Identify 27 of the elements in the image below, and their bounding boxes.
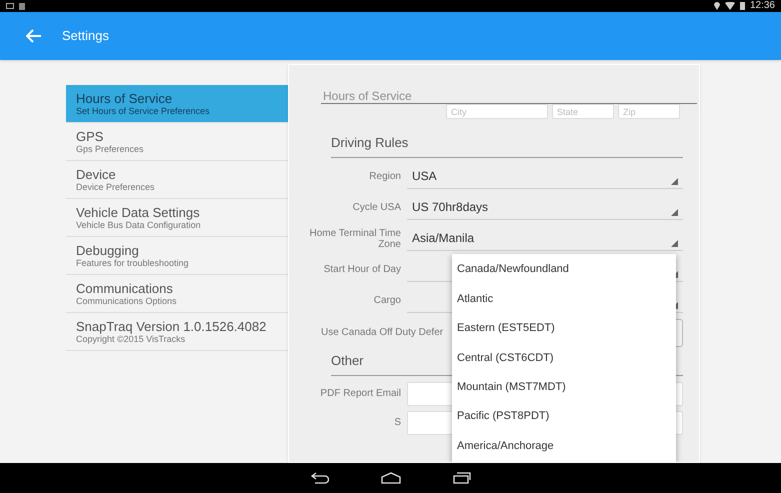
field-label: S — [393, 417, 402, 428]
section-header: Other — [331, 353, 364, 368]
field-label: Start Hour of Day — [322, 264, 402, 275]
panel-title: Hours of Service — [323, 89, 412, 103]
dropdown-option[interactable]: Atlantic — [452, 284, 676, 314]
address-field[interactable]: City — [446, 104, 548, 119]
field-label: PDF Report Email — [319, 388, 402, 399]
dropdown-option[interactable]: Mountain (MST7MDT) — [452, 372, 676, 402]
dropdown-option[interactable]: Eastern (EST5EDT) — [452, 314, 676, 344]
address-field[interactable]: Zip — [618, 104, 680, 119]
select-field[interactable]: US 70hr8days — [407, 196, 683, 220]
field-label: Region — [368, 171, 402, 182]
field-label: Cargo — [372, 295, 402, 306]
sidebar-item[interactable]: Hours of Service Set Hours of Service Preferences — [66, 85, 288, 123]
field-label: Home Terminal Time Zone — [308, 228, 402, 250]
clock-time: 12:36 — [750, 0, 775, 12]
dropdown-option[interactable]: America/Anchorage — [452, 431, 676, 461]
screen-title: Settings — [62, 27, 109, 46]
field-label: Cycle USA — [352, 202, 402, 213]
select-field[interactable]: Asia/Manila — [407, 226, 683, 250]
select-field[interactable]: USA — [407, 164, 683, 188]
dropdown-option[interactable]: Pacific (PST8PDT) — [452, 402, 676, 432]
section-header: Driving Rules — [331, 135, 408, 150]
dropdown-option[interactable]: Canada/Newfoundland — [452, 255, 676, 284]
field-label: Use Canada Off Duty Defer — [320, 326, 444, 340]
dropdown-option[interactable]: Central (CST6CDT) — [452, 343, 676, 373]
address-field[interactable]: State — [552, 104, 614, 119]
